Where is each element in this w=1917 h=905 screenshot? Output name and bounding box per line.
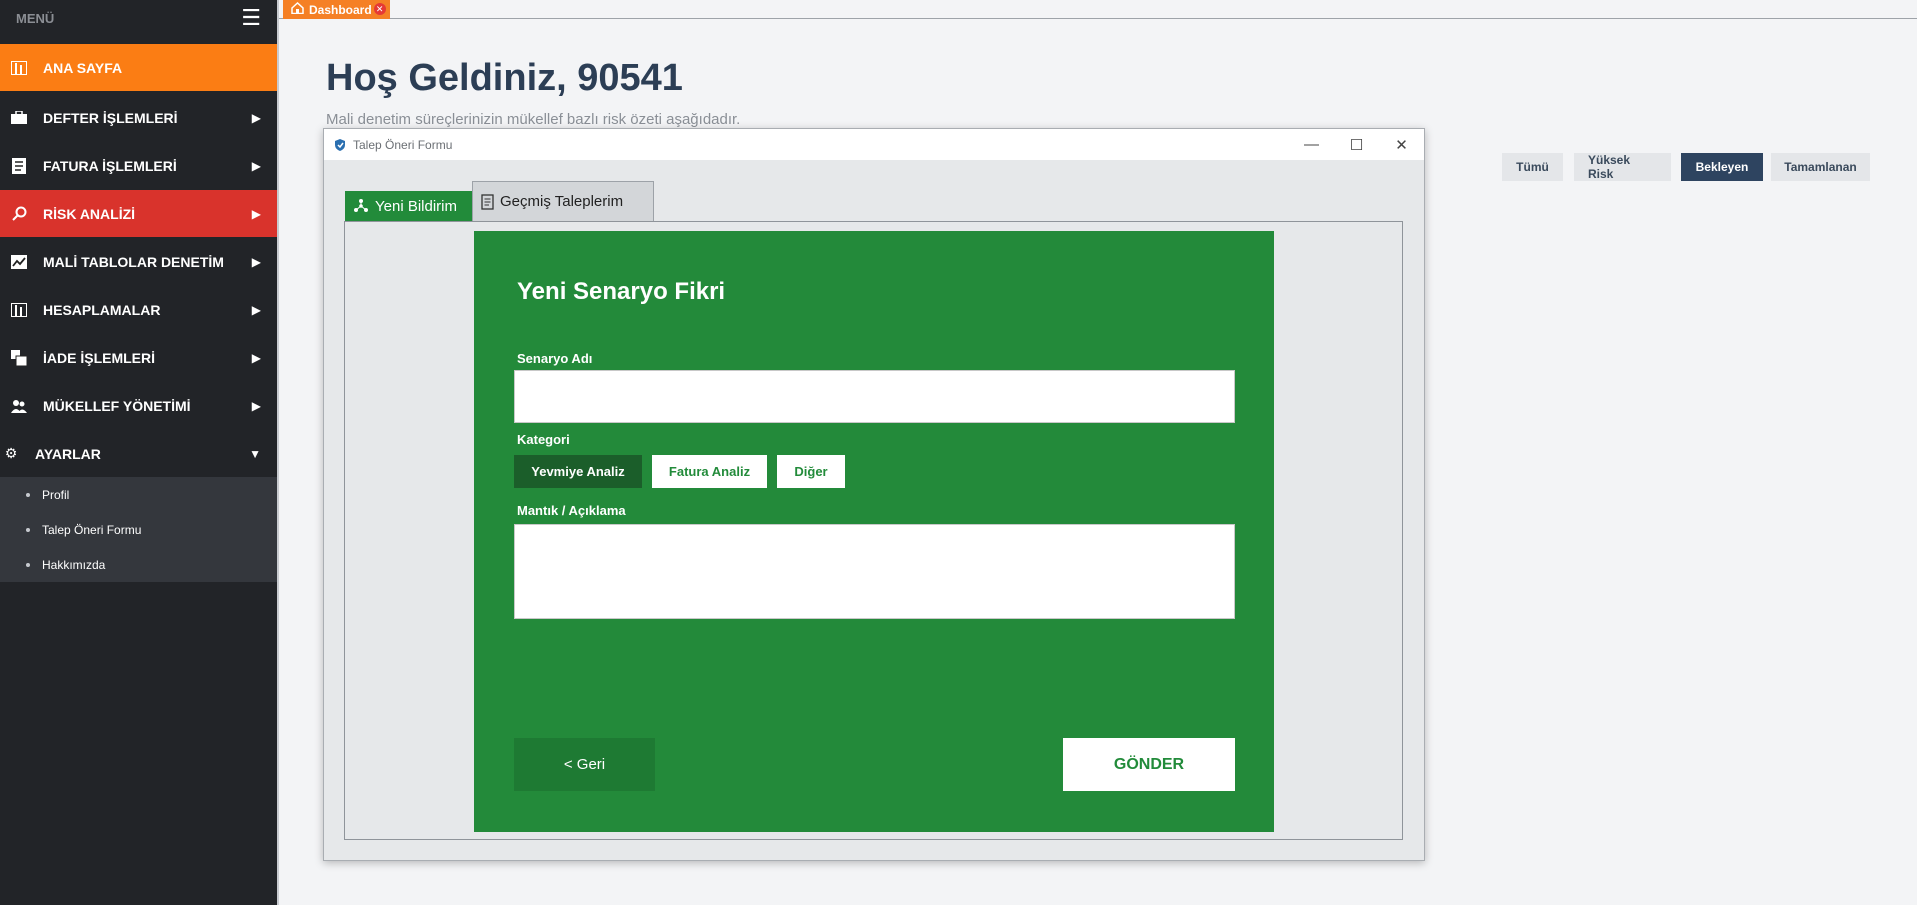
invoice-icon [10,157,28,174]
document-icon [481,193,494,210]
tab-label: Geçmiş Taleplerim [500,193,624,210]
close-tab-icon[interactable]: ✕ [373,3,386,15]
page-subtitle: Mali denetim süreçlerinizin mükellef baz… [326,111,741,128]
sidebar-item-fatura[interactable]: FATURA İŞLEMLERİ ▶ [0,142,277,189]
submenu-item-profil[interactable]: Profil [0,477,277,512]
category-yevmiye-button[interactable]: Yevmiye Analiz [514,455,642,488]
sidebar-item-label: AYARLAR [35,445,101,462]
submenu-item-hakkimizda[interactable]: Hakkımızda [0,547,277,582]
submenu-item-label: Talep Öneri Formu [42,522,142,537]
sidebar-item-label: HESAPLAMALAR [43,301,161,318]
filter-all-button[interactable]: Tümü [1502,153,1563,181]
hamburger-icon[interactable]: ☰ [241,7,261,29]
chevron-right-icon: ▶ [251,350,261,365]
settings-submenu: Profil Talep Öneri Formu Hakkımızda [0,477,277,582]
window-controls: — ☐ ✕ [1289,129,1424,160]
tab-dashboard[interactable]: Dashboard ✕ [283,0,390,19]
chevron-right-icon: ▶ [251,158,261,173]
sidebar-item-label: MÜKELLEF YÖNETİMİ [43,397,191,414]
back-button[interactable]: < Geri [514,738,655,791]
bullet-icon [26,527,30,532]
logic-description-label: Mantık / Açıklama [517,503,626,518]
tab-dashboard-label: Dashboard [309,2,372,17]
gear-icon: ⚙ [4,445,18,461]
dialog-title: Talep Öneri Formu [353,137,453,152]
users-icon [10,399,28,413]
refund-icon [10,349,28,366]
app-icon [333,138,347,152]
document-tabstrip: Dashboard ✕ [279,0,1917,19]
page-title: Hoş Geldiniz, 90541 [326,57,683,99]
sidebar-item-ana-sayfa[interactable]: ANA SAYFA [0,44,277,91]
dashboard-icon [10,60,28,75]
submenu-item-label: Hakkımızda [42,557,106,572]
send-button[interactable]: GÖNDER [1063,738,1235,791]
form-heading: Yeni Senaryo Fikri [517,278,726,305]
sidebar-item-label: MALİ TABLOLAR DENETİM [43,253,224,270]
category-diger-button[interactable]: Diğer [777,455,845,488]
sidebar-item-risk-analizi[interactable]: RİSK ANALİZİ ▶ [0,190,277,237]
sidebar-item-label: ANA SAYFA [43,59,123,76]
talep-oneri-dialog: Talep Öneri Formu — ☐ ✕ Yeni Bildirim Ge… [323,128,1425,861]
tab-label: Yeni Bildirim [375,197,457,215]
sidebar-header: MENÜ ☰ [0,0,277,36]
minimize-icon[interactable]: — [1289,129,1334,160]
scenario-name-input[interactable] [514,370,1235,423]
sidebar-item-label: FATURA İŞLEMLERİ [43,157,177,174]
chevron-down-icon: ▼ [249,446,261,461]
menu-label: MENÜ [16,10,55,26]
chevron-right-icon: ▶ [251,302,261,317]
tab-panel: Yeni Senaryo Fikri Senaryo Adı Kategori … [344,221,1403,840]
sidebar-item-defter[interactable]: DEFTER İŞLEMLERİ ▶ [0,94,277,141]
tab-gecmis-taleplerim[interactable]: Geçmiş Taleplerim [472,181,654,221]
filter-pending-button[interactable]: Bekleyen [1681,153,1763,181]
sidebar-item-label: İADE İŞLEMLERİ [43,349,156,366]
line-chart-icon [10,254,28,269]
submenu-item-label: Profil [42,487,70,502]
bullet-icon [26,492,30,497]
close-icon[interactable]: ✕ [1379,129,1424,160]
sidebar-item-hesaplamalar[interactable]: HESAPLAMALAR ▶ [0,286,277,333]
filter-high-risk-button[interactable]: Yüksek Risk [1574,153,1671,181]
submenu-item-talep[interactable]: Talep Öneri Formu [0,512,277,547]
search-icon [10,206,28,221]
sidebar-item-label: RİSK ANALİZİ [43,205,136,222]
calculator-icon [10,302,28,317]
scenario-name-label: Senaryo Adı [517,351,593,366]
logic-description-textarea[interactable] [514,524,1235,619]
chevron-right-icon: ▶ [251,206,261,221]
bullet-icon [26,562,30,567]
network-icon [353,198,369,214]
filter-completed-button[interactable]: Tamamlanan [1771,153,1870,181]
sidebar-item-mukellef[interactable]: MÜKELLEF YÖNETİMİ ▶ [0,382,277,429]
category-fatura-button[interactable]: Fatura Analiz [652,455,767,488]
sidebar-item-ayarlar[interactable]: ⚙ AYARLAR ▼ [0,430,277,477]
home-icon [291,1,304,17]
chevron-right-icon: ▶ [251,254,261,269]
sidebar: MENÜ ☰ ANA SAYFA DEFTER İŞLEMLERİ ▶ FATU… [0,0,277,905]
sidebar-item-mali-tablolar[interactable]: MALİ TABLOLAR DENETİM ▶ [0,238,277,285]
chevron-right-icon: ▶ [251,398,261,413]
chevron-right-icon: ▶ [251,110,261,125]
sidebar-item-label: DEFTER İŞLEMLERİ [43,109,178,126]
tab-yeni-bildirim[interactable]: Yeni Bildirim [345,191,472,221]
sidebar-item-iade[interactable]: İADE İŞLEMLERİ ▶ [0,334,277,381]
maximize-icon[interactable]: ☐ [1334,129,1379,160]
dialog-titlebar[interactable]: Talep Öneri Formu — ☐ ✕ [324,129,1424,160]
briefcase-icon [10,111,28,124]
category-label: Kategori [517,432,570,447]
scenario-form-card: Yeni Senaryo Fikri Senaryo Adı Kategori … [474,231,1274,832]
